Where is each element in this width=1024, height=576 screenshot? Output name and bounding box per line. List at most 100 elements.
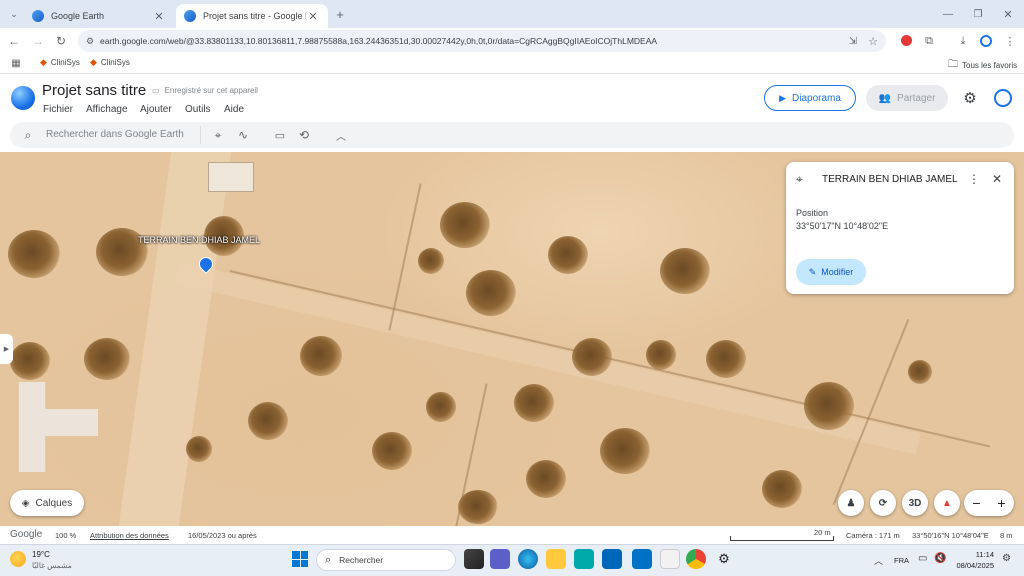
folder-icon: 🗀 [948,59,958,70]
add-person-icon: 👥 [878,92,892,104]
new-tab-icon[interactable]: + [332,6,348,22]
close-tab-icon[interactable]: ✕ [152,10,166,23]
clinisys-icon: ◆ [90,57,97,67]
edit-label: Modifier [821,267,854,277]
tab-label: Projet sans titre - Google Earth [203,11,306,21]
volume-muted-icon[interactable]: 🔇 [934,553,946,564]
pegman-icon[interactable]: ♟ [838,490,864,516]
tab-google-earth[interactable]: Google Earth ✕ [24,4,174,28]
reload-icon[interactable]: ↻ [53,33,69,49]
tab-search-icon[interactable]: ⌄ [6,6,22,22]
edit-button[interactable]: ✎ Modifier [796,259,866,285]
draw-path-icon[interactable]: ∿ [234,127,252,143]
chrome-icon[interactable] [686,549,706,569]
task-view-icon[interactable] [464,549,484,569]
clinisys-icon: ◆ [40,57,47,67]
tree [660,248,710,294]
tab-label: Google Earth [51,11,105,21]
history-icon[interactable]: ⟲ [296,127,312,143]
outlook-icon[interactable] [632,549,652,569]
close-window-icon[interactable]: ✕ [1000,6,1016,22]
tree [440,202,490,248]
tree [548,236,588,274]
notifications-icon[interactable]: ⚙ [1002,553,1011,564]
app-icon[interactable] [660,549,680,569]
weather-sun-icon[interactable] [10,551,26,567]
zoom-out-button[interactable]: − [964,490,989,516]
show-hidden-icons[interactable]: ︿ [874,554,883,567]
camera-altitude: Caméra : 171 m [846,531,900,540]
menu-affichage[interactable]: Affichage [86,104,128,115]
bookmark-clinisys-2[interactable]: ◆ CliniSys [90,57,130,68]
all-bookmarks[interactable]: 🗀 Tous les favoris [948,57,1017,74]
site-info-icon[interactable]: ⚙ [84,35,96,47]
windows-taskbar [0,544,1024,576]
edge-icon[interactable] [518,549,538,569]
apps-grid-icon[interactable]: ▦ [10,57,22,69]
more-options-icon[interactable]: ⋮ [968,172,980,186]
tree [248,402,288,440]
file-explorer-icon[interactable] [546,549,566,569]
app-icon[interactable]: ⚙ [714,549,734,569]
measure-ruler-icon[interactable]: ▭ [272,127,288,143]
layers-button[interactable]: ◈ Calques [10,490,84,516]
search-icon: ⌕ [325,553,332,566]
tree [84,338,130,380]
data-attribution-link[interactable]: Attribution des données [90,531,169,540]
tree [706,340,746,378]
extensions-icon[interactable]: ⧉ [922,34,936,48]
position-value: 33°50'17"N 10°48'02"E [796,221,889,231]
placemark-label[interactable]: TERRAIN BEN DHIAB JAMEL [138,235,260,245]
settings-gear-icon[interactable]: ⚙ [961,89,979,107]
back-icon[interactable]: ← [6,33,22,49]
install-app-icon[interactable]: ⇲ [846,34,860,48]
tree [572,338,612,376]
google-earth-favicon-icon [184,10,196,22]
input-language[interactable]: FRA [894,556,909,565]
add-placemark-icon[interactable]: ⌖ [210,127,226,143]
downloads-icon[interactable]: ⤓ [956,34,970,48]
side-panel-toggle-icon[interactable]: ▶ [0,334,13,364]
search-input[interactable]: Rechercher dans Google Earth [46,129,184,140]
minimize-icon[interactable]: — [940,6,956,22]
close-infocard-icon[interactable]: ✕ [992,172,1002,186]
clock-date[interactable]: 08/04/2025 [952,561,994,570]
close-tab-icon[interactable]: ✕ [306,10,320,23]
network-icon[interactable]: ▭ [918,553,927,564]
bookmark-star-icon[interactable]: ☆ [866,34,880,48]
menu-aide[interactable]: Aide [224,104,244,115]
tree [514,384,554,422]
store-icon[interactable] [602,549,622,569]
tree [908,360,932,384]
scale-label: 20 m [814,528,831,537]
account-icon[interactable] [994,89,1012,107]
menu-fichier[interactable]: Fichier [43,104,73,115]
search-icon[interactable]: ⌕ [20,127,36,143]
tab-projet-sans-titre[interactable]: Projet sans titre - Google Earth ✕ [176,4,328,28]
profile-icon[interactable] [980,35,992,47]
tree [466,270,516,316]
restore-icon[interactable]: ❐ [970,6,986,22]
collapse-chevron-icon[interactable]: ︿ [333,127,349,143]
menu-outils[interactable]: Outils [185,104,211,115]
share-button[interactable]: 👥 Partager [866,85,948,111]
slideshow-button[interactable]: ▶ Diaporama [764,85,856,111]
zoom-in-button[interactable]: + [989,490,1014,516]
more-menu-icon[interactable]: ⋮ [1004,34,1016,48]
compass-icon[interactable]: ▲ [934,490,960,516]
tree [526,460,566,498]
forward-icon[interactable]: → [30,33,46,49]
rotate-view-icon[interactable]: ⟳ [870,490,896,516]
app-icon[interactable] [574,549,594,569]
project-title[interactable]: Projet sans titre [42,82,146,99]
bookmark-label: CliniSys [100,58,130,67]
toggle-3d-button[interactable]: 3D [902,490,928,516]
bookmark-clinisys-1[interactable]: ◆ CliniSys [40,57,80,68]
address-bar[interactable]: earth.google.com/web/@33.83801133,10.801… [78,30,886,52]
clock-time[interactable]: 11:14 [960,550,994,559]
taskbar-search[interactable]: ⌕ Rechercher [316,549,456,571]
teams-icon[interactable] [490,549,510,569]
windows-start-icon[interactable] [292,551,308,567]
menu-ajouter[interactable]: Ajouter [140,104,172,115]
extension-opera-icon[interactable] [901,35,912,46]
